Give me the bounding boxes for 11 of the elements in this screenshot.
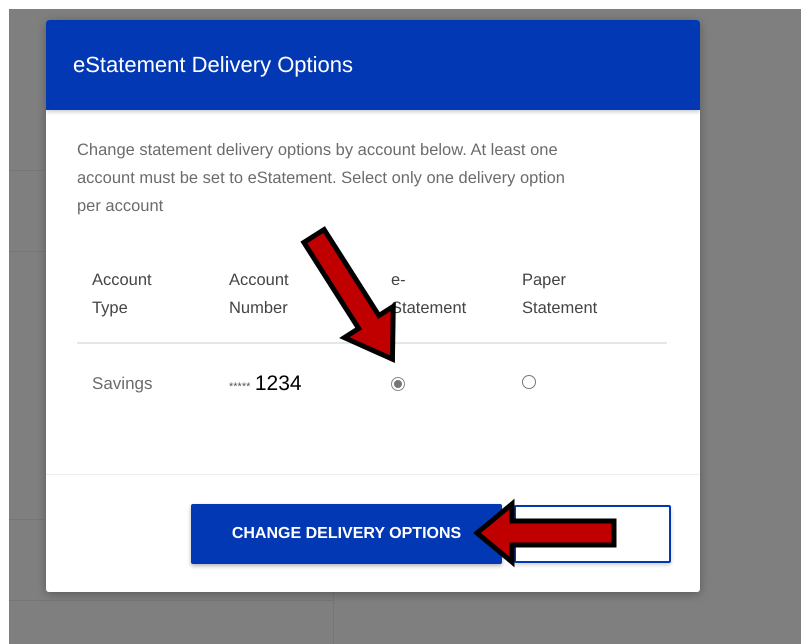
radio-button[interactable] [391,377,405,391]
account-number: 1234 [254,372,302,395]
change-delivery-button[interactable]: CHANGE DELIVERY OPTIONS [191,504,502,564]
radio-button[interactable] [522,374,536,388]
column-header: Account Type [92,270,153,319]
account-type: Savings [92,374,152,393]
column-header: Account Number [229,270,290,319]
description-text: Change statement delivery options by account below. At least one account must be set to eStatement. Select only one delivery option per account [77,140,566,217]
column-header: Paper Statement [522,270,598,319]
account-mask: ***** [229,381,250,393]
dialog-title: eStatement Delivery Options [73,52,354,78]
